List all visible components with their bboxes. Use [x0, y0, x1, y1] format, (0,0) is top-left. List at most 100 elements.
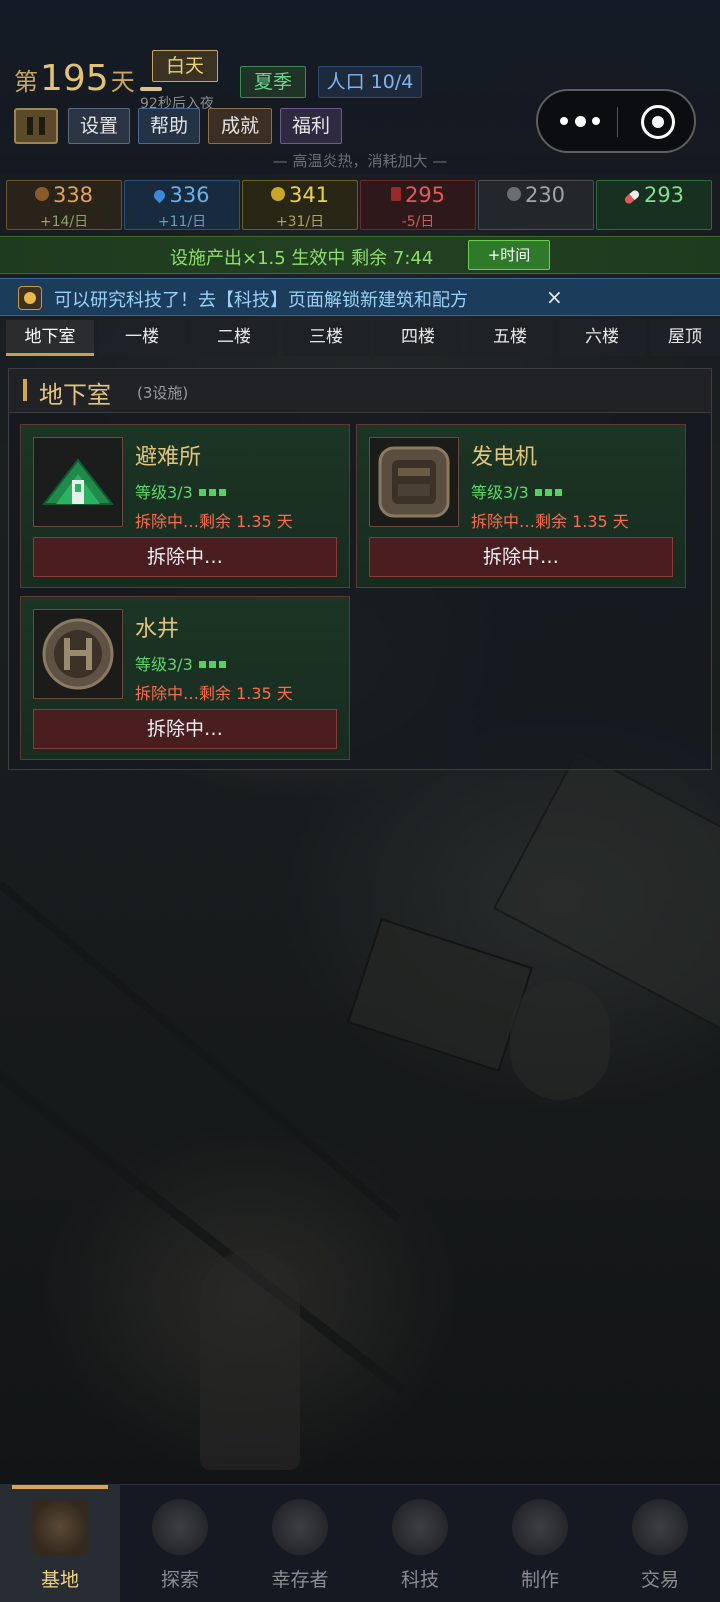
pause-icon	[27, 117, 33, 135]
day-number: 195	[40, 58, 109, 99]
population-badge: 人口 10/4	[318, 66, 422, 98]
nav-label: 基地	[40, 1569, 79, 1591]
help-button[interactable]: 帮助	[138, 108, 200, 144]
nav-label: 科技	[400, 1569, 439, 1591]
facility-card-generator[interactable]: 发电机 等级3/3 拆除中…剩余 1.35 天 拆除中…	[356, 424, 686, 588]
day-prefix: 第	[14, 68, 38, 96]
level-pips	[198, 483, 229, 502]
facility-count: (3设施)	[137, 384, 189, 402]
tab-basement[interactable]: 地下室	[6, 320, 94, 356]
resource-delta: +31/日	[275, 214, 325, 230]
demolish-button[interactable]: 拆除中…	[33, 537, 337, 577]
panel-title: 地下室	[39, 381, 111, 409]
more-menu-icon[interactable]	[560, 111, 600, 131]
settings-button[interactable]: 设置	[68, 108, 130, 144]
resource-delta: +14/日	[39, 214, 89, 230]
resource-value: 341	[243, 183, 357, 207]
achievements-button[interactable]: 成就	[208, 108, 272, 144]
nav-crafting[interactable]: 制作	[480, 1485, 600, 1602]
level-pips	[534, 483, 565, 502]
demolish-button[interactable]: 拆除中…	[369, 537, 673, 577]
tab-roof[interactable]: 屋顶	[650, 320, 720, 356]
tab-floor-4[interactable]: 四楼	[374, 320, 462, 356]
scene-tank	[200, 1250, 300, 1470]
day-suffix: 天	[110, 68, 135, 96]
bonus-text: 设施产出×1.5 生效中 剩余 7:44	[170, 248, 434, 269]
nav-label: 幸存者	[271, 1569, 329, 1591]
facility-level: 等级3/3	[471, 479, 565, 503]
facility-status: 拆除中…剩余 1.35 天	[471, 512, 629, 531]
pause-button[interactable]	[14, 108, 58, 144]
scene-rail	[0, 880, 401, 1222]
facility-card-well[interactable]: 水井 等级3/3 拆除中…剩余 1.35 天 拆除中…	[20, 596, 350, 760]
resource-value: 338	[7, 183, 121, 207]
resource-value: 295	[361, 183, 475, 207]
resource-value: 230	[479, 183, 593, 207]
scene-roof	[492, 749, 720, 1031]
facility-card-shelter[interactable]: 避难所 等级3/3 拆除中…剩余 1.35 天 拆除中…	[20, 424, 350, 588]
tab-floor-6[interactable]: 六楼	[558, 320, 646, 356]
scene-rail	[0, 1041, 405, 1394]
base-icon	[32, 1499, 88, 1555]
crafting-icon	[512, 1499, 568, 1555]
resource-delta: -5/日	[401, 214, 435, 230]
resource-parts: 230	[478, 180, 594, 230]
compass-icon	[152, 1499, 208, 1555]
day-counter: 第 195 天	[14, 58, 135, 99]
survivors-icon	[272, 1499, 328, 1555]
research-icon	[18, 286, 42, 310]
facility-name: 发电机	[471, 445, 538, 470]
research-notice[interactable]: 可以研究科技了！去【科技】页面解锁新建筑和配方 ×	[0, 278, 720, 316]
facility-name: 避难所	[135, 445, 202, 470]
night-progress-bar	[140, 87, 162, 91]
scene-crate	[346, 917, 534, 1073]
pause-icon	[39, 117, 45, 135]
demolish-button[interactable]: 拆除中…	[33, 709, 337, 749]
nav-label: 制作	[520, 1569, 559, 1591]
production-bonus-bar: 设施产出×1.5 生效中 剩余 7:44 +时间	[0, 236, 720, 274]
facility-level: 等级3/3	[135, 651, 229, 675]
tech-gear-icon	[392, 1499, 448, 1555]
resource-value: 336	[125, 183, 239, 207]
welfare-button[interactable]: 福利	[280, 108, 342, 144]
miniprogram-capsule	[536, 89, 696, 153]
resource-pills: 293	[596, 180, 712, 230]
season-badge: 夏季	[240, 66, 306, 98]
close-miniprogram-icon[interactable]	[641, 105, 675, 139]
floor-tabs: 地下室 一楼 二楼 三楼 四楼 五楼 六楼 屋顶	[0, 320, 720, 358]
add-time-button[interactable]: +时间	[468, 240, 550, 270]
heat-notice: — 高温炎热，消耗加大 —	[272, 152, 448, 170]
tab-floor-5[interactable]: 五楼	[466, 320, 554, 356]
nav-base[interactable]: 基地	[0, 1485, 120, 1602]
facility-status: 拆除中…剩余 1.35 天	[135, 512, 293, 531]
tab-floor-1[interactable]: 一楼	[98, 320, 186, 356]
notice-text: 可以研究科技了！去【科技】页面解锁新建筑和配方	[54, 290, 468, 311]
well-icon	[33, 609, 123, 699]
lightning-icon	[270, 187, 285, 201]
resource-medicine: 295 -5/日	[360, 180, 476, 230]
resource-power: 341 +31/日	[242, 180, 358, 230]
facility-level: 等级3/3	[135, 479, 229, 503]
tab-floor-2[interactable]: 二楼	[190, 320, 278, 356]
nav-survivors[interactable]: 幸存者	[240, 1485, 360, 1602]
resource-food: 338 +14/日	[6, 180, 122, 230]
facility-status: 拆除中…剩余 1.35 天	[135, 684, 293, 703]
facility-name: 水井	[135, 617, 180, 642]
nav-label: 交易	[640, 1569, 679, 1591]
trade-icon	[632, 1499, 688, 1555]
bottom-nav: 基地 探索 幸存者 科技 制作 交易	[0, 1484, 720, 1602]
food-icon	[34, 187, 49, 201]
title-accent	[23, 379, 27, 401]
resource-delta: +11/日	[157, 214, 207, 230]
nav-trade[interactable]: 交易	[600, 1485, 720, 1602]
resource-water: 336 +11/日	[124, 180, 240, 230]
nav-tech[interactable]: 科技	[360, 1485, 480, 1602]
generator-icon	[369, 437, 459, 527]
close-icon[interactable]: ×	[546, 285, 563, 309]
water-drop-icon	[152, 187, 168, 204]
nav-explore[interactable]: 探索	[120, 1485, 240, 1602]
scene-barrel	[510, 980, 610, 1100]
tab-floor-3[interactable]: 三楼	[282, 320, 370, 356]
daytime-badge: 白天	[152, 50, 218, 82]
resource-value: 293	[597, 183, 711, 207]
